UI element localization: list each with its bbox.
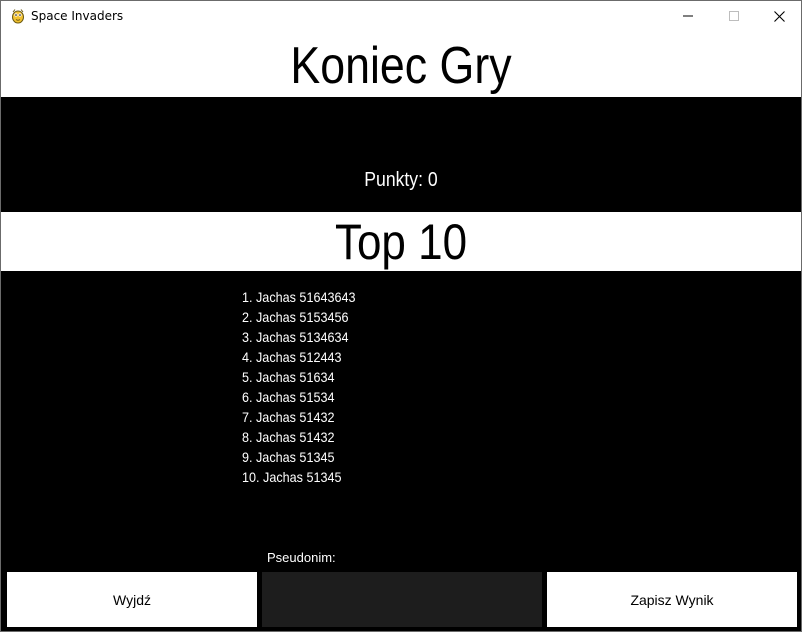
- leaderboard-entry: 2. Jachas 5153456: [242, 309, 349, 325]
- exit-button-label: Wyjdź: [113, 591, 151, 608]
- leaderboard-entry: 8. Jachas 51432: [242, 429, 335, 445]
- leaderboard-entry: 10. Jachas 51345: [242, 469, 342, 485]
- maximize-icon: [729, 11, 739, 21]
- nickname-label: Pseudonim:: [267, 550, 336, 565]
- leaderboard-entry: 7. Jachas 51432: [242, 409, 335, 425]
- maximize-button[interactable]: [711, 1, 757, 31]
- save-score-button-label: Zapisz Wynik: [630, 591, 714, 608]
- exit-button[interactable]: Wyjdź: [7, 572, 257, 627]
- score-text: Punkty: 0: [364, 169, 438, 191]
- leaderboard-entry: 4. Jachas 512443: [242, 349, 342, 365]
- leaderboard-title: Top 10: [334, 214, 468, 270]
- window-title: Space Invaders: [31, 9, 124, 23]
- title-bar[interactable]: Space Invaders: [1, 1, 801, 31]
- pygame-snake-icon: [10, 8, 26, 24]
- nickname-input[interactable]: [262, 572, 542, 627]
- leaderboard-entry: 3. Jachas 5134634: [242, 329, 349, 345]
- app-window: Space Invaders Koniec Gry Punkty: 0 Top …: [0, 0, 802, 632]
- leaderboard-entry: 1. Jachas 51643643: [242, 289, 356, 305]
- leaderboard-entry: 9. Jachas 51345: [242, 449, 335, 465]
- minimize-icon: [683, 11, 693, 21]
- close-button[interactable]: [756, 1, 801, 31]
- close-icon: [773, 10, 785, 22]
- game-over-title: Koniec Gry: [290, 37, 512, 95]
- leaderboard-entry: 5. Jachas 51634: [242, 369, 335, 385]
- save-score-button[interactable]: Zapisz Wynik: [547, 572, 797, 627]
- leaderboard-list: 1. Jachas 51643643 2. Jachas 5153456 3. …: [242, 287, 368, 487]
- minimize-button[interactable]: [665, 1, 711, 31]
- leaderboard-entry: 6. Jachas 51534: [242, 389, 335, 405]
